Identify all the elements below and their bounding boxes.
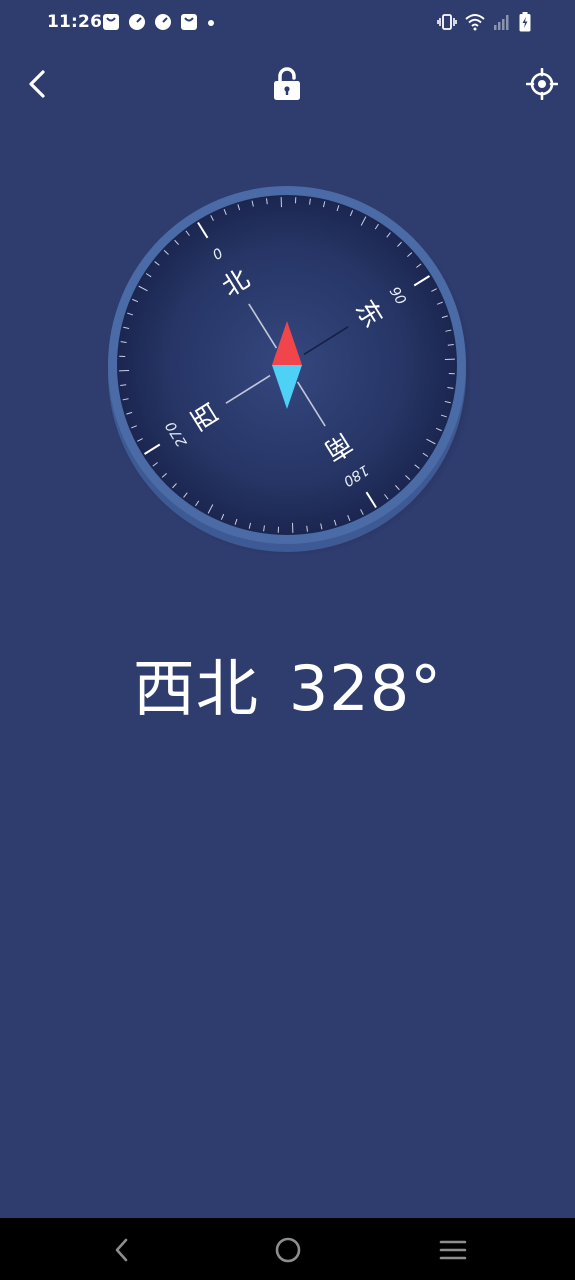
wifi-icon	[465, 14, 485, 31]
speedometer-icon	[129, 14, 145, 30]
cellular-signal-icon	[494, 15, 509, 30]
back-button[interactable]	[14, 60, 62, 108]
status-notification-icons	[102, 13, 216, 31]
lock-toggle-button[interactable]	[263, 60, 311, 108]
heading-readout: 西北 328°	[0, 638, 575, 728]
heading-degrees: 328°	[288, 652, 443, 725]
compass-dial: 北 东 南 西 0 90 180 270	[105, 183, 474, 558]
locate-crosshair-icon	[526, 68, 558, 100]
shopping-bag-icon	[103, 14, 119, 30]
compass-screen: 11:26 北 东 南 西 0 90 180 270 西北 328°	[0, 0, 575, 1280]
status-time: 11:26	[47, 12, 103, 32]
vibrate-icon	[437, 14, 457, 30]
nav-home-button[interactable]	[266, 1230, 310, 1270]
notification-dot-icon	[208, 20, 214, 26]
nav-recents-icon	[439, 1240, 467, 1260]
nav-home-icon	[275, 1237, 301, 1263]
heading-direction: 西北	[132, 652, 259, 725]
status-bar: 11:26	[0, 0, 575, 46]
shopping-bag-icon	[181, 14, 197, 30]
top-bar	[0, 60, 575, 112]
status-system-icons	[437, 12, 531, 32]
nav-recents-button[interactable]	[431, 1230, 475, 1270]
nav-back-button[interactable]	[100, 1230, 144, 1270]
system-nav-bar	[0, 1218, 575, 1280]
nav-back-icon	[115, 1238, 128, 1262]
compass-graphic: 北 东 南 西 0 90 180 270	[106, 186, 474, 557]
unlocked-padlock-icon	[274, 67, 300, 100]
back-chevron-icon	[29, 70, 45, 98]
battery-charging-icon	[519, 12, 531, 32]
speedometer-icon	[155, 14, 171, 30]
locate-button[interactable]	[518, 60, 566, 108]
